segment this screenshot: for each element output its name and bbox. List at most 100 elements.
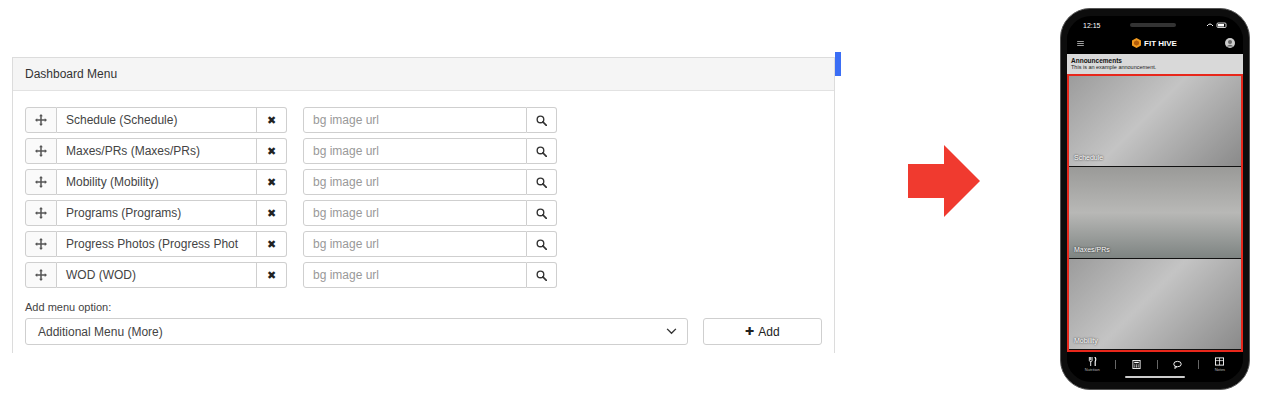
- bg-url-input[interactable]: bg image url: [303, 231, 527, 257]
- menu-item-group: Schedule (Schedule)✖: [25, 107, 287, 133]
- status-bar: 12:15: [1067, 16, 1243, 34]
- panel-tab: [835, 52, 841, 76]
- search-button[interactable]: [527, 169, 557, 195]
- bg-url-input[interactable]: bg image url: [303, 200, 527, 226]
- chevron-down-icon: [666, 328, 677, 335]
- move-icon: [35, 176, 47, 188]
- drag-handle[interactable]: [25, 138, 57, 164]
- tab-bar: Nutrition Notes: [1067, 352, 1243, 374]
- add-row: Additional Menu (More) ✚Add: [25, 318, 822, 345]
- panel-header: Dashboard Menu: [13, 58, 834, 91]
- search-icon: [536, 270, 547, 281]
- menu-item-group: Progress Photos (Progress Phot✖: [25, 231, 287, 257]
- drag-handle[interactable]: [25, 262, 57, 288]
- remove-button[interactable]: ✖: [257, 107, 287, 133]
- menu-option-select[interactable]: Additional Menu (More): [25, 318, 688, 345]
- search-icon: [536, 177, 547, 188]
- phone-frame: 12:15FIT HIVEAnnouncementsThis is an exa…: [1060, 8, 1250, 390]
- menu-item-group: Mobility (Mobility)✖: [25, 169, 287, 195]
- move-icon: [35, 269, 47, 281]
- drag-handle[interactable]: [25, 107, 57, 133]
- app-logo: FIT HIVE: [1132, 38, 1177, 48]
- search-icon: [536, 146, 547, 157]
- drag-handle[interactable]: [25, 231, 57, 257]
- dashboard-tile[interactable]: Maxes/PRs: [1069, 167, 1241, 258]
- bg-url-group: bg image url: [303, 231, 557, 257]
- search-button[interactable]: [527, 107, 557, 133]
- menu-item-label[interactable]: WOD (WOD): [57, 262, 257, 288]
- menu-row: Programs (Programs)✖ bg image url: [25, 200, 822, 226]
- bg-url-input[interactable]: bg image url: [303, 107, 527, 133]
- hamburger-icon[interactable]: [1077, 41, 1084, 46]
- menu-row: Progress Photos (Progress Phot✖ bg image …: [25, 231, 822, 257]
- search-button[interactable]: [527, 200, 557, 226]
- bg-url-input[interactable]: bg image url: [303, 169, 527, 195]
- tab-item[interactable]: [1132, 360, 1141, 369]
- move-icon: [35, 114, 47, 126]
- home-indicator: [1125, 376, 1185, 378]
- tab-item[interactable]: Nutrition: [1085, 357, 1100, 372]
- menu-item-group: Programs (Programs)✖: [25, 200, 287, 226]
- menu-row: Schedule (Schedule)✖ bg image url: [25, 107, 822, 133]
- bg-url-group: bg image url: [303, 200, 557, 226]
- search-icon: [536, 239, 547, 250]
- menu-item-label[interactable]: Schedule (Schedule): [57, 107, 257, 133]
- dashboard-tile[interactable]: Schedule: [1069, 76, 1241, 167]
- tab-item[interactable]: Notes: [1215, 357, 1225, 372]
- calculator-icon: [1132, 360, 1141, 369]
- menu-item-label[interactable]: Progress Photos (Progress Phot: [57, 231, 257, 257]
- search-button[interactable]: [527, 138, 557, 164]
- app-header: FIT HIVE: [1067, 34, 1243, 52]
- drag-handle[interactable]: [25, 169, 57, 195]
- dashboard-tile[interactable]: Mobility: [1069, 259, 1241, 350]
- menu-row: Mobility (Mobility)✖ bg image url: [25, 169, 822, 195]
- bg-url-group: bg image url: [303, 262, 557, 288]
- bg-url-group: bg image url: [303, 107, 557, 133]
- menu-item-group: WOD (WOD)✖: [25, 262, 287, 288]
- menu-item-group: Maxes/PRs (Maxes/PRs)✖: [25, 138, 287, 164]
- menu-row: WOD (WOD)✖ bg image url: [25, 262, 822, 288]
- remove-button[interactable]: ✖: [257, 262, 287, 288]
- dashboard-menu-panel: Dashboard MenuSchedule (Schedule)✖bg ima…: [12, 57, 835, 353]
- move-icon: [35, 145, 47, 157]
- add-option-label: Add menu option:: [25, 301, 822, 313]
- phone-screen: 12:15FIT HIVEAnnouncementsThis is an exa…: [1067, 16, 1243, 382]
- chat-icon: [1173, 360, 1182, 369]
- remove-button[interactable]: ✖: [257, 231, 287, 257]
- avatar-icon[interactable]: [1225, 38, 1235, 48]
- search-icon: [536, 115, 547, 126]
- arrow-section: [841, 0, 1060, 400]
- drag-handle[interactable]: [25, 200, 57, 226]
- bg-url-input[interactable]: bg image url: [303, 138, 527, 164]
- bg-url-group: bg image url: [303, 169, 557, 195]
- wifi-battery-icon: [1205, 21, 1229, 29]
- dashboard-tiles: ScheduleMaxes/PRsMobility: [1067, 74, 1243, 352]
- remove-button[interactable]: ✖: [257, 200, 287, 226]
- hexagon-logo-icon: [1132, 38, 1141, 48]
- notch: [1130, 23, 1176, 27]
- tab-separator: [1198, 360, 1199, 369]
- menu-row: Maxes/PRs (Maxes/PRs)✖ bg image url: [25, 138, 822, 164]
- fork-knife-icon: [1088, 357, 1097, 366]
- bg-url-group: bg image url: [303, 138, 557, 164]
- phone-section: 12:15FIT HIVEAnnouncementsThis is an exa…: [1060, 0, 1280, 400]
- remove-button[interactable]: ✖: [257, 169, 287, 195]
- page: Dashboard MenuSchedule (Schedule)✖bg ima…: [0, 0, 1280, 400]
- tab-separator: [1157, 360, 1158, 369]
- bg-url-input[interactable]: bg image url: [303, 262, 527, 288]
- editor-section: Dashboard MenuSchedule (Schedule)✖bg ima…: [0, 0, 841, 400]
- panel-body: Schedule (Schedule)✖bg image urlMaxes/PR…: [13, 91, 834, 353]
- move-icon: [35, 207, 47, 219]
- menu-item-label[interactable]: Programs (Programs): [57, 200, 257, 226]
- move-icon: [35, 238, 47, 250]
- search-icon: [536, 208, 547, 219]
- add-button[interactable]: ✚Add: [703, 318, 822, 345]
- tab-separator: [1115, 360, 1116, 369]
- tab-item[interactable]: [1173, 360, 1182, 369]
- search-button[interactable]: [527, 262, 557, 288]
- menu-item-label[interactable]: Mobility (Mobility): [57, 169, 257, 195]
- status-time: 12:15: [1083, 22, 1101, 29]
- menu-item-label[interactable]: Maxes/PRs (Maxes/PRs): [57, 138, 257, 164]
- remove-button[interactable]: ✖: [257, 138, 287, 164]
- search-button[interactable]: [527, 231, 557, 257]
